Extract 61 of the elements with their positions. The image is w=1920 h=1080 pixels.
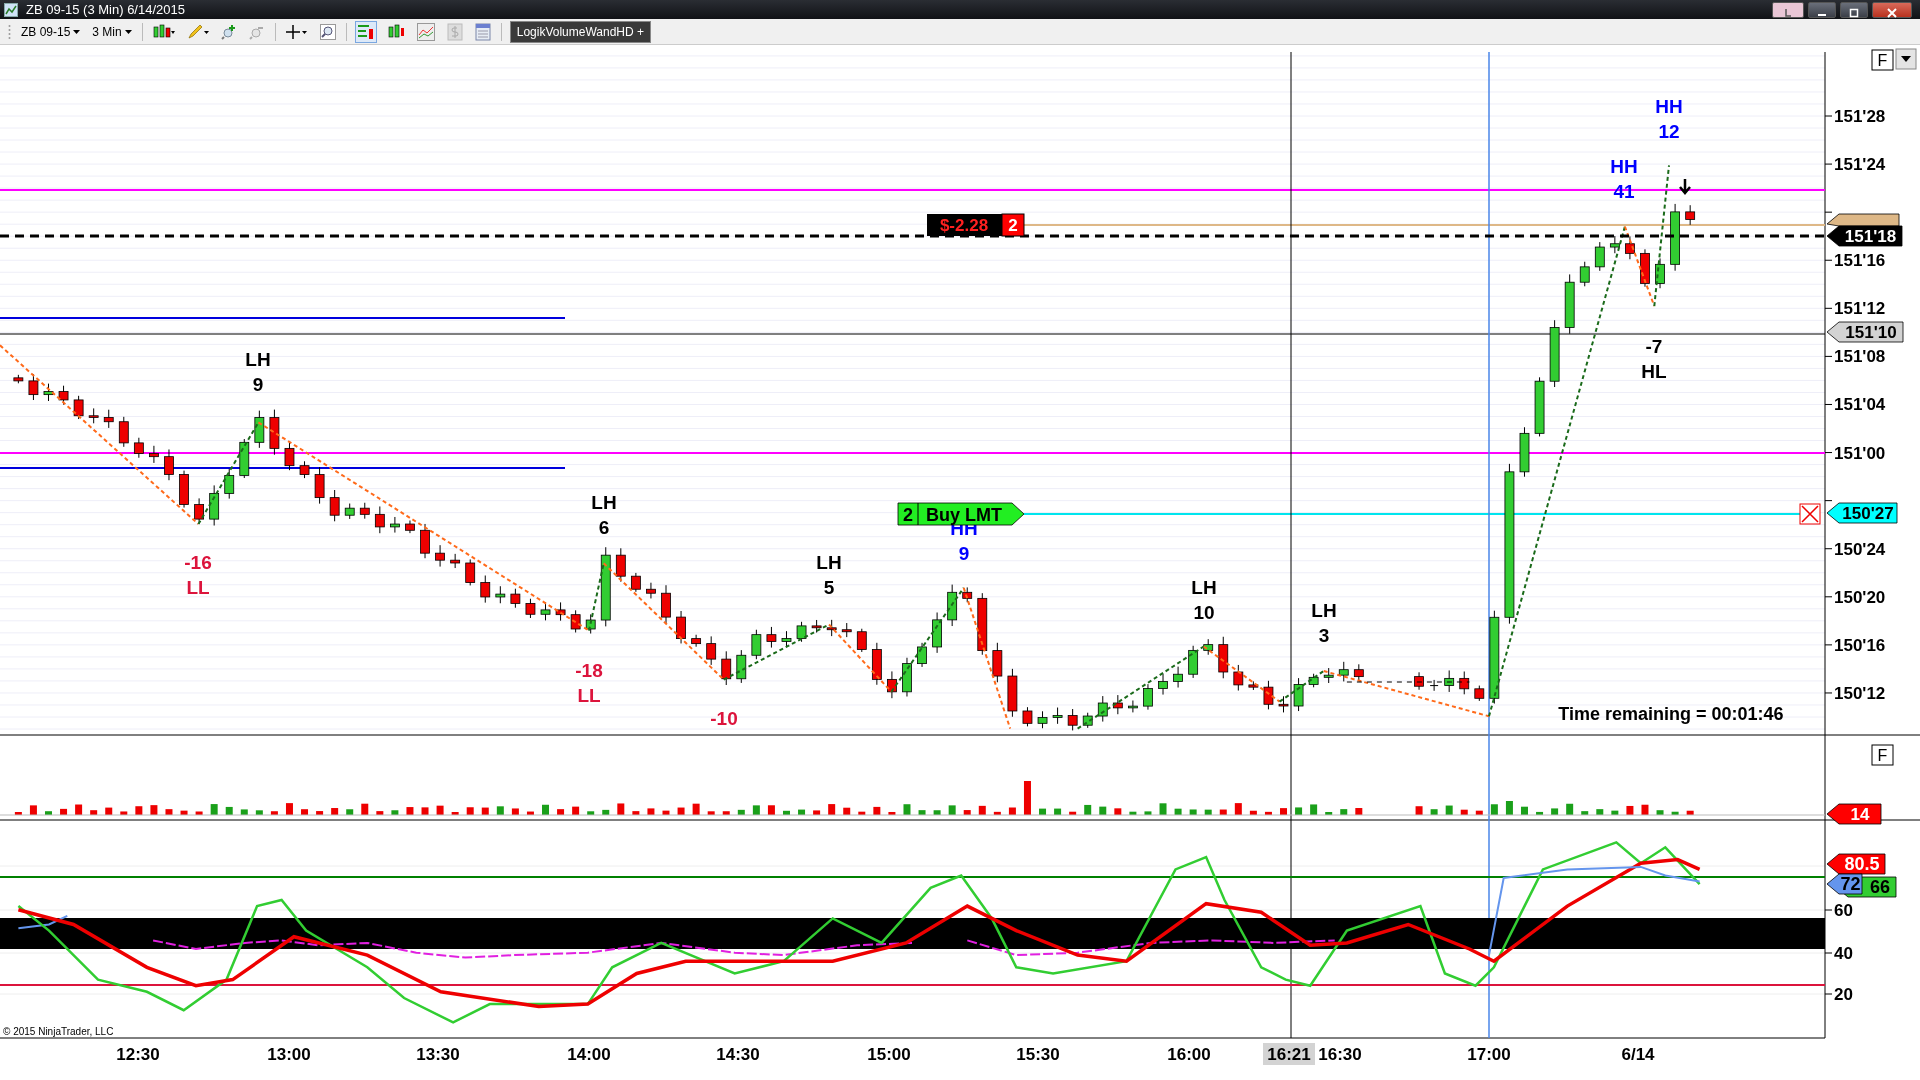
price-tag: 150'27	[1826, 502, 1898, 524]
price-axis-label: 151'00	[1834, 443, 1886, 463]
swing-value: LL	[186, 577, 210, 598]
swing-value: 5	[823, 577, 835, 598]
price-axis-label: 150'12	[1834, 683, 1886, 703]
indicator-axis-label: 40	[1834, 944, 1853, 963]
price-axis-label: 151'08	[1834, 347, 1886, 367]
time-axis-label: 17:00	[1467, 1045, 1511, 1064]
panel-button[interactable]: F	[1871, 49, 1894, 71]
indicator-axis-label: 60	[1834, 901, 1853, 920]
copyright-text: © 2015 NinjaTrader, LLC	[3, 1026, 114, 1037]
price-axis-label: 150'20	[1834, 587, 1886, 607]
price-axis-label: 151'16	[1834, 251, 1886, 271]
time-axis-label: 14:00	[567, 1045, 611, 1064]
swing-value: 12	[1658, 121, 1680, 142]
price-axis-label: 150'24	[1834, 539, 1886, 559]
time-axis-label: 14:30	[716, 1045, 760, 1064]
instrument-dropdown[interactable]: ZB 09-15	[19, 22, 83, 41]
price-axis-label: 151'28	[1834, 107, 1886, 126]
window-title: ZB 09-15 (3 Min) 6/14/2015	[26, 1, 185, 19]
interval-dropdown[interactable]: 3 Min	[90, 22, 134, 41]
price-axis-label: 150'16	[1834, 635, 1886, 655]
indicator-tag: 80.5	[1826, 853, 1886, 875]
swing-label: LH	[816, 552, 842, 573]
swing-value: HL	[1641, 361, 1667, 382]
indicator-button[interactable]: LogikVolumeWandHD +	[509, 20, 651, 43]
swing-label: LH	[1311, 600, 1337, 621]
time-axis-label: 12:30	[116, 1045, 160, 1064]
price-tag: 151'18	[1826, 225, 1903, 247]
time-remaining-text: Time remaining = 00:01:46	[1558, 704, 1784, 724]
price-tag: 151'10	[1826, 321, 1904, 343]
swing-label: LH	[1191, 577, 1217, 598]
indicator-tag: 72	[1826, 873, 1863, 895]
swing-label: -18	[575, 660, 603, 681]
swing-value: LL	[577, 685, 601, 706]
swing-label: -10	[710, 708, 738, 729]
swing-value: 10	[1193, 602, 1215, 623]
time-axis-label: 15:30	[1016, 1045, 1060, 1064]
time-axis-label: 15:00	[867, 1045, 911, 1064]
time-axis-label: 13:30	[416, 1045, 460, 1064]
price-axis-label: 151'24	[1834, 155, 1886, 175]
price-axis-label: 151'12	[1834, 299, 1886, 319]
time-axis-label: 13:00	[267, 1045, 311, 1064]
swing-value: 9	[958, 543, 970, 564]
time-axis-label: 6/14	[1621, 1045, 1655, 1064]
swing-value: 9	[252, 374, 264, 395]
price-axis-label: 151'04	[1834, 395, 1886, 415]
swing-label: -16	[184, 552, 212, 573]
swing-label: HH	[1610, 156, 1638, 177]
cursor-time-label: 16:21	[1263, 1043, 1315, 1065]
swing-value: 6	[598, 517, 610, 538]
swing-label: LH	[591, 492, 617, 513]
swing-value: 3	[1318, 625, 1330, 646]
swing-label: -7	[1645, 336, 1663, 357]
time-axis-label: 16:00	[1167, 1045, 1211, 1064]
volume-tag: 14	[1826, 803, 1882, 825]
time-axis-label: 16:30	[1318, 1045, 1362, 1064]
swing-label: LH	[245, 349, 271, 370]
indicator-axis-label: 20	[1834, 985, 1853, 1004]
panel-button[interactable]: F	[1871, 744, 1894, 766]
swing-label: HH	[1655, 96, 1683, 117]
